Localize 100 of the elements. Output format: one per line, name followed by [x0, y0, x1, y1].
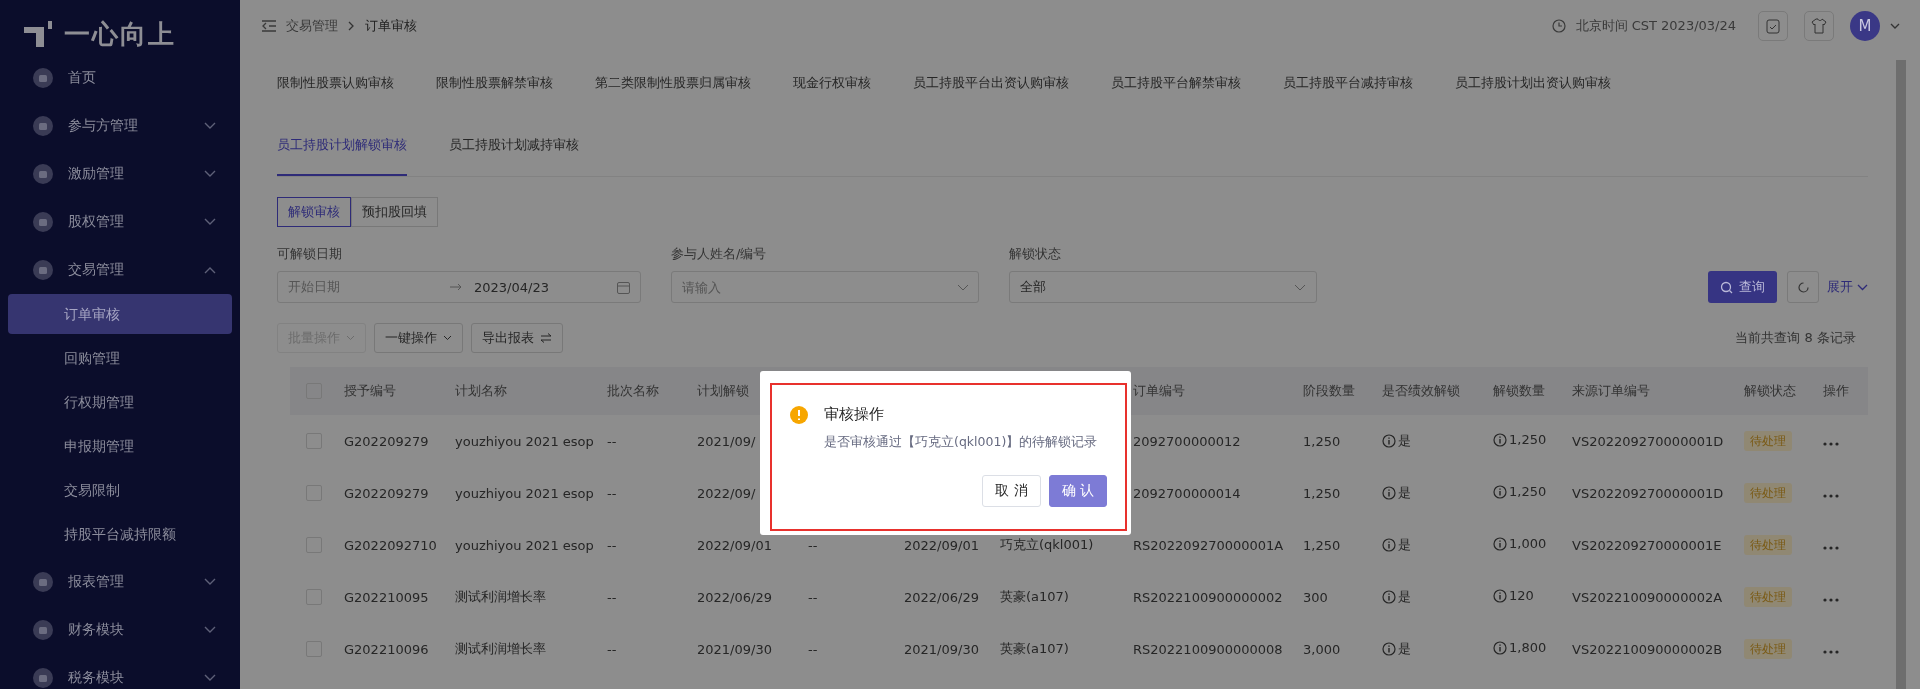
dialog-title: 审核操作 [824, 405, 884, 424]
table-cell: G202210096 [344, 641, 429, 657]
refresh-icon [1796, 280, 1810, 294]
info-icon [1382, 485, 1396, 500]
chevron-down-icon [346, 335, 355, 341]
shirt-button[interactable] [1804, 11, 1834, 41]
table-cell: VS202209270000001D [1572, 433, 1724, 449]
column-header: 授予编号 [344, 383, 396, 398]
tab[interactable]: 现金行权审核 [793, 52, 871, 114]
table-cell: youzhiyou 2021 esop [455, 485, 594, 501]
nav-label: 报表管理 [68, 573, 125, 591]
avatar[interactable]: M [1850, 11, 1880, 41]
table-cell: G2022092710 [344, 537, 437, 553]
tab[interactable]: 员工持股计划解锁审核 [277, 114, 407, 176]
record-count: 当前共查询 8 条记录 [1735, 329, 1856, 347]
refresh-button[interactable] [1787, 271, 1819, 303]
table-cell: 300 [1303, 589, 1328, 605]
search-button[interactable]: 查询 [1708, 271, 1777, 303]
arrow-right-icon [450, 283, 462, 291]
table-cell: -- [808, 641, 818, 657]
action-button[interactable]: 一键操作 [374, 323, 463, 353]
table-cell: 2022/09/01 [904, 537, 979, 553]
scrollbar[interactable] [1896, 60, 1906, 689]
shirt-icon [1811, 18, 1827, 34]
table-cell: -- [607, 433, 617, 449]
status-tag: 待处理 [1744, 534, 1792, 555]
table-cell: 是 [1398, 587, 1411, 606]
tab[interactable]: 第二类限制性股票归属审核 [595, 52, 751, 114]
more-icon[interactable] [1823, 441, 1839, 446]
tab[interactable]: 员工持股计划减持审核 [449, 114, 579, 176]
segment-button[interactable]: 解锁审核 [277, 197, 351, 227]
nav-label: 激励管理 [68, 165, 125, 183]
action-button[interactable]: 导出报表 [471, 323, 563, 353]
end-date-value: 2023/04/23 [474, 279, 549, 295]
chevron-down-icon [1857, 283, 1868, 291]
nav-item[interactable]: 股权管理 [0, 198, 240, 246]
clock-text: 北京时间 CST 2023/03/24 [1575, 17, 1736, 35]
nav-item[interactable]: 参与方管理 [0, 102, 240, 150]
info-icon [1382, 641, 1396, 656]
collapse-icon[interactable] [262, 20, 276, 32]
table-cell: -- [607, 641, 617, 657]
column-header: 计划名称 [455, 383, 507, 398]
nav-item[interactable]: 激励管理 [0, 150, 240, 198]
segment-button[interactable]: 预扣股回填 [351, 197, 438, 227]
caret-icon[interactable] [1890, 23, 1900, 29]
table-cell: 是 [1398, 639, 1411, 658]
column-header: 订单编号 [1133, 383, 1185, 398]
nav-item[interactable]: 首页 [0, 54, 240, 102]
table-cell: 测试利润增长率 [455, 589, 546, 604]
more-icon[interactable] [1823, 493, 1839, 498]
submenu-item[interactable]: 申报期管理 [8, 426, 232, 466]
more-icon[interactable] [1823, 649, 1839, 654]
tab[interactable]: 员工持股平台出资认购审核 [913, 52, 1069, 114]
clipboard-button[interactable] [1758, 11, 1788, 41]
submenu-item[interactable]: 订单审核 [8, 294, 232, 334]
table-cell: youzhiyou 2021 esop [455, 537, 594, 553]
submenu-item[interactable]: 行权期管理 [8, 382, 232, 422]
submenu-item[interactable]: 回购管理 [8, 338, 232, 378]
table-cell: -- [607, 589, 617, 605]
nav-label: 财务模块 [68, 621, 125, 639]
clock-icon [1551, 19, 1566, 33]
field-label: 参与人姓名/编号 [671, 245, 768, 263]
tab[interactable]: 员工持股计划出资认购审核 [1455, 52, 1611, 114]
warning-icon [790, 405, 808, 424]
table-cell: -- [808, 589, 818, 605]
nav-item[interactable]: 报表管理 [0, 558, 240, 606]
table-cell: 2022/09/ [697, 485, 756, 501]
table-cell: -- [607, 537, 617, 553]
table-cell: 2022/06/29 [904, 589, 979, 605]
table-cell: 1,250 [1509, 432, 1547, 448]
status-select[interactable]: 全部 [1009, 271, 1317, 303]
info-icon [1493, 484, 1507, 499]
tab[interactable]: 员工持股平台减持审核 [1283, 52, 1413, 114]
info-icon [1493, 640, 1507, 655]
nav-item[interactable]: 财务模块 [0, 606, 240, 654]
tab[interactable]: 员工持股平台解禁审核 [1111, 52, 1241, 114]
column-header: 来源订单编号 [1572, 383, 1650, 398]
status-tag: 待处理 [1744, 430, 1792, 451]
table-cell: 1,000 [1509, 536, 1547, 552]
table-cell: 2092700000012 [1133, 433, 1241, 449]
submenu-item[interactable]: 交易限制 [8, 470, 232, 510]
table-cell: 是 [1398, 431, 1411, 450]
cancel-button[interactable]: 取 消 [982, 475, 1041, 507]
breadcrumb-link[interactable]: 交易管理 [286, 17, 338, 35]
more-icon[interactable] [1823, 597, 1839, 602]
chevron-down-icon [443, 335, 452, 341]
column-header: 解锁数量 [1493, 383, 1545, 398]
field-label: 可解锁日期 [277, 245, 343, 263]
table-cell: 1,250 [1303, 485, 1341, 501]
expand-link[interactable]: 展开 [1827, 271, 1868, 303]
table-cell: 巧克立(qkl001) [1000, 537, 1094, 552]
nav-item[interactable]: 交易管理 [0, 246, 240, 294]
confirm-button[interactable]: 确 认 [1048, 475, 1107, 507]
tab[interactable]: 限制性股票认购审核 [277, 52, 394, 114]
nav-item[interactable]: 税务模块 [0, 654, 240, 689]
table-cell: 1,250 [1303, 433, 1341, 449]
tab[interactable]: 限制性股票解禁审核 [436, 52, 553, 114]
info-icon [1382, 537, 1396, 552]
more-icon[interactable] [1823, 545, 1839, 550]
submenu-item[interactable]: 持股平台减持限额 [8, 514, 232, 554]
